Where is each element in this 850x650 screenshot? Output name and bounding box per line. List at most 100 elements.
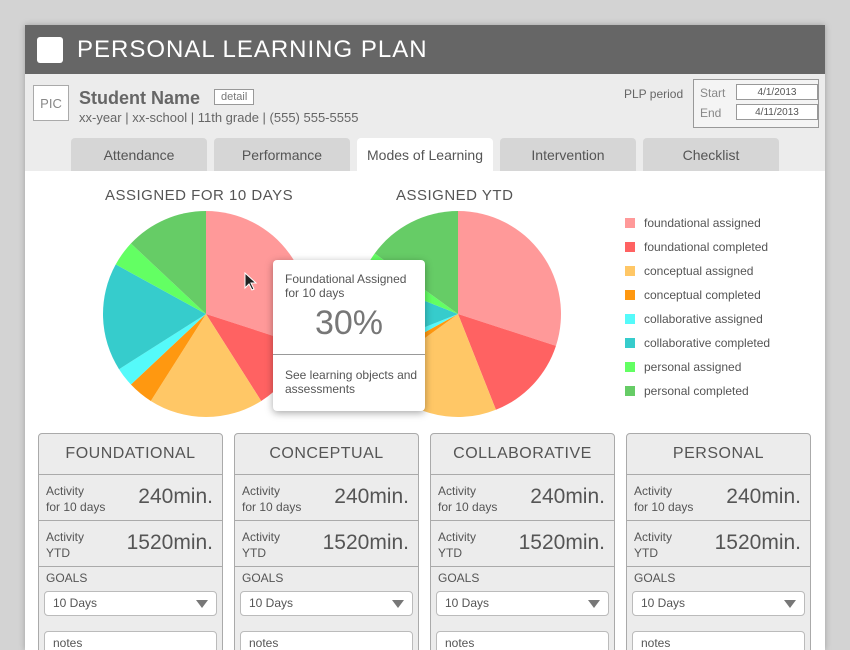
activity-ytd-value: 1520min.: [714, 531, 801, 554]
activity-10-days-label: Activity for 10 days: [438, 483, 497, 515]
activity-10-days-label: Activity for 10 days: [634, 483, 693, 515]
activity-label: Activity: [242, 530, 281, 544]
goals-dropdown[interactable]: 10 Days: [632, 591, 805, 616]
app-logo-icon: [37, 36, 63, 63]
activity-ytd-label: Activity YTD: [242, 529, 280, 561]
notes-input[interactable]: notes: [632, 631, 805, 650]
activity-10-days-row: Activity for 10 days 240min.: [235, 475, 418, 521]
activity-ytd-label: Activity YTD: [634, 529, 672, 561]
legend-swatch: [625, 290, 635, 300]
goals-label: GOALS: [46, 571, 88, 585]
legend-label: conceptual completed: [644, 288, 761, 302]
legend-swatch: [625, 242, 635, 252]
activity-label: Activity: [438, 530, 477, 544]
activity-10-days-value: 240min.: [530, 485, 605, 508]
period-label: for 10 days: [438, 500, 498, 514]
tab-intervention[interactable]: Intervention: [500, 138, 636, 171]
legend-item: conceptual assigned: [625, 259, 770, 283]
panel-conceptual: CONCEPTUAL Activity for 10 days 240min. Acti…: [234, 433, 419, 650]
panel-foundational: FOUNDATIONAL Activity for 10 days 240min. Ac…: [38, 433, 223, 650]
period-label: YTD: [634, 546, 658, 560]
chart-legend: foundational assigned foundational compl…: [625, 211, 770, 403]
period-label: for 10 days: [242, 500, 302, 514]
goals-selected-value: 10 Days: [249, 596, 294, 610]
legend-label: personal assigned: [644, 360, 742, 374]
goals-label: GOALS: [438, 571, 480, 585]
activity-label: Activity: [242, 484, 281, 498]
legend-item: foundational completed: [625, 235, 770, 259]
detail-button[interactable]: detail: [214, 89, 255, 105]
goals-dropdown[interactable]: 10 Days: [436, 591, 609, 616]
period-label: YTD: [438, 546, 462, 560]
chart-title-10-days: ASSIGNED FOR 10 DAYS: [105, 187, 294, 204]
goals-dropdown[interactable]: 10 Days: [44, 591, 217, 616]
plp-start-label: Start: [700, 86, 726, 100]
activity-10-days-value: 240min.: [138, 485, 213, 508]
activity-ytd-row: Activity YTD 1520min.: [39, 521, 222, 567]
panel-collaborative: COLLABORATIVE Activity for 10 days 240min. A…: [430, 433, 615, 650]
legend-label: foundational assigned: [644, 216, 761, 230]
student-info: xx-year | xx-school | 11th grade | (555)…: [79, 110, 359, 125]
chevron-down-icon: [588, 600, 600, 608]
student-header: PIC Student Name detail xx-year | xx-sch…: [25, 74, 825, 171]
legend-item: collaborative completed: [625, 331, 770, 355]
plp-start-row: Start 4/1/2013: [700, 84, 818, 100]
tab-modes-of-learning[interactable]: Modes of Learning: [357, 138, 493, 171]
chevron-down-icon: [784, 600, 796, 608]
panel-title: FOUNDATIONAL: [39, 434, 222, 475]
tooltip-learning-objects-link[interactable]: See learning objects and assessments: [285, 368, 420, 396]
app-title: PERSONAL LEARNING PLAN: [77, 35, 428, 63]
title-bar: PERSONAL LEARNING PLAN: [25, 25, 825, 74]
legend-label: collaborative completed: [644, 336, 771, 350]
plp-end-input[interactable]: 4/11/2013: [736, 104, 818, 120]
plp-period-label: PLP period: [624, 87, 684, 101]
plp-end-row: End 4/11/2013: [700, 104, 818, 120]
legend-swatch: [625, 314, 635, 324]
plp-end-label: End: [700, 106, 722, 120]
chevron-down-icon: [392, 600, 404, 608]
legend-label: personal completed: [644, 384, 749, 398]
activity-10-days-label: Activity for 10 days: [46, 483, 105, 515]
legend-label: collaborative assigned: [644, 312, 763, 326]
notes-input[interactable]: notes: [240, 631, 413, 650]
panel-title: CONCEPTUAL: [235, 434, 418, 475]
notes-input[interactable]: notes: [44, 631, 217, 650]
legend-swatch: [625, 362, 635, 372]
plp-start-input[interactable]: 4/1/2013: [736, 84, 818, 100]
legend-label: conceptual assigned: [644, 264, 754, 278]
legend-item: conceptual completed: [625, 283, 770, 307]
app-window: PERSONAL LEARNING PLAN PIC Student Name …: [25, 25, 825, 650]
activity-ytd-row: Activity YTD 1520min.: [627, 521, 810, 567]
activity-ytd-row: Activity YTD 1520min.: [235, 521, 418, 567]
student-avatar: PIC: [33, 85, 69, 121]
period-label: for 10 days: [46, 500, 106, 514]
panel-title: PERSONAL: [627, 434, 810, 475]
activity-10-days-label: Activity for 10 days: [242, 483, 301, 515]
goals-label: GOALS: [242, 571, 284, 585]
activity-ytd-label: Activity YTD: [438, 529, 476, 561]
tab-checklist[interactable]: Checklist: [643, 138, 779, 171]
tooltip-value: 30%: [314, 304, 384, 342]
legend-swatch: [625, 386, 635, 396]
legend-item: foundational assigned: [625, 211, 770, 235]
notes-input[interactable]: notes: [436, 631, 609, 650]
activity-label: Activity: [46, 530, 85, 544]
goals-selected-value: 10 Days: [53, 596, 98, 610]
tab-performance[interactable]: Performance: [214, 138, 350, 171]
activity-ytd-value: 1520min.: [322, 531, 409, 554]
goals-dropdown[interactable]: 10 Days: [240, 591, 413, 616]
activity-10-days-value: 240min.: [334, 485, 409, 508]
tooltip-divider: [273, 354, 425, 355]
panel-title: COLLABORATIVE: [431, 434, 614, 475]
tab-bar: Attendance Performance Modes of Learning…: [71, 138, 786, 171]
legend-item: personal completed: [625, 379, 770, 403]
activity-label: Activity: [634, 530, 673, 544]
chart-title-ytd: ASSIGNED YTD: [396, 187, 514, 204]
goals-selected-value: 10 Days: [641, 596, 686, 610]
tab-attendance[interactable]: Attendance: [71, 138, 207, 171]
activity-ytd-value: 1520min.: [126, 531, 213, 554]
activity-10-days-row: Activity for 10 days 240min.: [431, 475, 614, 521]
period-label: YTD: [242, 546, 266, 560]
activity-label: Activity: [634, 484, 673, 498]
period-label: for 10 days: [634, 500, 694, 514]
